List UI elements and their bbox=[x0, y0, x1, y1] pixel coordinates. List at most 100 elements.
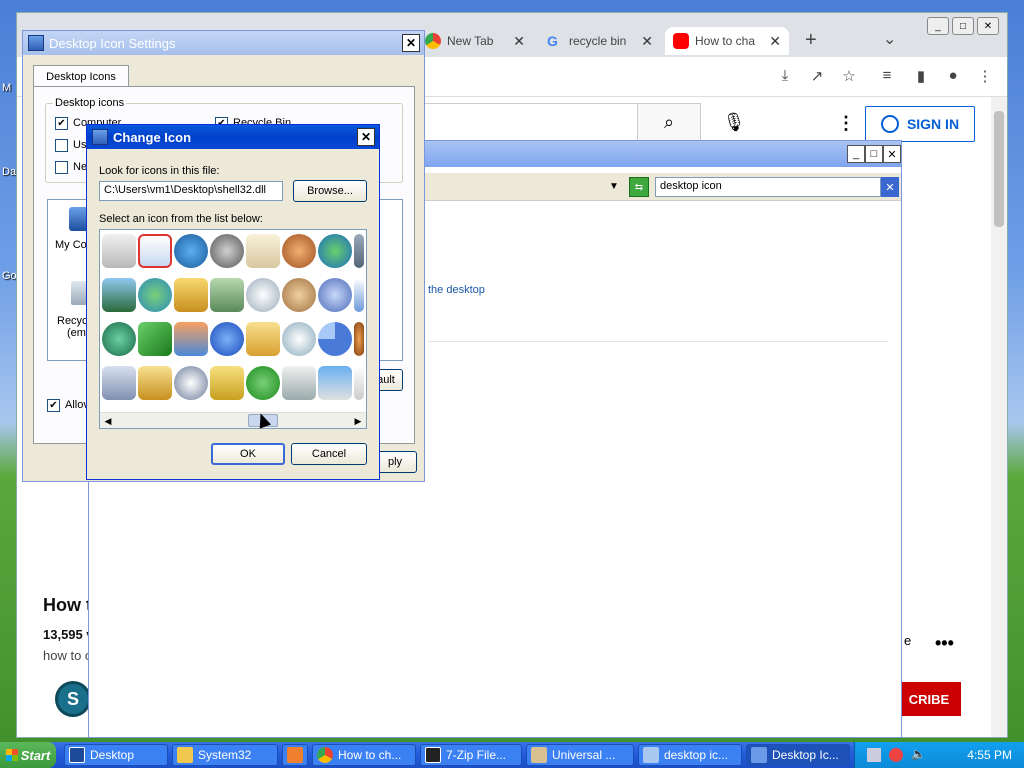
printer-icon[interactable] bbox=[282, 366, 316, 400]
disc-icon[interactable] bbox=[174, 366, 208, 400]
new-tab-button[interactable]: + bbox=[805, 29, 817, 52]
scroll-right-icon[interactable]: ▶ bbox=[351, 414, 365, 428]
start-button[interactable]: Start bbox=[0, 742, 56, 768]
change-icon-dialog: Change Icon ✕ Look for icons in this fil… bbox=[86, 124, 380, 480]
task-media-player[interactable] bbox=[282, 744, 308, 766]
minimize-icon[interactable]: _ bbox=[927, 17, 949, 35]
scroll-thumb[interactable] bbox=[994, 111, 1004, 227]
sidepanel-icon[interactable]: ▮ bbox=[911, 67, 931, 87]
tab-youtube[interactable]: How to cha ✕ bbox=[665, 27, 789, 55]
media-icon[interactable]: ≡ bbox=[877, 67, 897, 87]
subscribe-button[interactable]: CRIBE bbox=[897, 682, 961, 716]
allow-themes-checkbox[interactable]: ✔ bbox=[47, 399, 60, 412]
task-chrome[interactable]: How to ch... bbox=[312, 744, 416, 766]
clock[interactable]: 4:55 PM bbox=[967, 748, 1012, 762]
microphone-icon[interactable]: 🎙 bbox=[717, 105, 751, 139]
users-icon[interactable] bbox=[282, 234, 316, 268]
security-icon[interactable] bbox=[889, 748, 903, 762]
network-globe-icon[interactable] bbox=[318, 234, 352, 268]
explorer-search-input[interactable]: desktop icon bbox=[655, 177, 881, 197]
recycle-icon[interactable] bbox=[138, 278, 172, 312]
presentation-icon[interactable] bbox=[102, 234, 136, 268]
ok-button[interactable]: OK bbox=[211, 443, 285, 465]
window-icon[interactable] bbox=[354, 278, 364, 312]
close-icon[interactable]: ✕ bbox=[357, 128, 375, 146]
youtube-search-input[interactable] bbox=[417, 103, 637, 141]
close-icon[interactable]: ✕ bbox=[402, 34, 420, 52]
network-icon[interactable] bbox=[867, 748, 881, 762]
volume-icon[interactable]: 🔈 bbox=[911, 747, 926, 761]
disk-icon[interactable] bbox=[210, 234, 244, 268]
green-arrow-icon[interactable] bbox=[138, 322, 172, 356]
cancel-button[interactable]: Cancel bbox=[291, 443, 367, 465]
more-icon[interactable]: ⋮ bbox=[837, 113, 855, 134]
profile-icon[interactable]: ● bbox=[943, 67, 963, 87]
computer-checkbox[interactable]: ✔ bbox=[55, 117, 68, 130]
menu-icon[interactable]: ⋮ bbox=[975, 67, 995, 87]
folder-arrow-icon[interactable] bbox=[138, 366, 172, 400]
share-icon[interactable]: ↗ bbox=[807, 67, 827, 87]
printer-folder-icon[interactable] bbox=[102, 366, 136, 400]
paint-icon[interactable] bbox=[282, 278, 316, 312]
tab-search-button[interactable]: ⌄ bbox=[883, 29, 896, 49]
mail-icon[interactable] bbox=[246, 234, 280, 268]
page-scrollbar[interactable] bbox=[991, 97, 1007, 737]
clock-icon[interactable] bbox=[246, 278, 280, 312]
task-universal[interactable]: Universal ... bbox=[526, 744, 634, 766]
folder-network-icon[interactable] bbox=[174, 278, 208, 312]
icon-grid[interactable]: ◀ ▶ bbox=[99, 229, 367, 429]
music-icon[interactable] bbox=[354, 234, 364, 268]
pie-chart-icon[interactable] bbox=[318, 322, 352, 356]
close-icon[interactable]: ✕ bbox=[769, 33, 781, 50]
chevron-down-icon[interactable]: ▼ bbox=[609, 181, 619, 192]
install-icon[interactable]: ⤓ bbox=[775, 67, 795, 87]
accessibility-icon[interactable] bbox=[246, 366, 280, 400]
tab-desktop-icons[interactable]: Desktop Icons bbox=[33, 65, 129, 87]
windows-logo-icon bbox=[5, 749, 18, 761]
user-icon[interactable] bbox=[354, 322, 364, 356]
close-icon[interactable]: ✕ bbox=[883, 145, 901, 163]
shared-folder-icon[interactable] bbox=[210, 278, 244, 312]
clear-search-icon[interactable]: ✕ bbox=[881, 177, 899, 197]
network-checkbox[interactable] bbox=[55, 161, 68, 174]
browse-button[interactable]: Browse... bbox=[293, 180, 367, 202]
user-files-checkbox[interactable] bbox=[55, 139, 68, 152]
task-system32[interactable]: System32 bbox=[172, 744, 278, 766]
close-icon[interactable]: ✕ bbox=[513, 33, 525, 50]
tab-new-tab[interactable]: New Tab ✕ bbox=[417, 27, 533, 55]
gear-icon[interactable] bbox=[318, 278, 352, 312]
star-icon[interactable]: ☆ bbox=[839, 67, 859, 87]
network-drive-icon[interactable] bbox=[102, 322, 136, 356]
minimize-icon[interactable]: _ bbox=[847, 145, 865, 163]
horizontal-scrollbar[interactable]: ◀ ▶ bbox=[100, 412, 366, 428]
cd-drive-icon[interactable] bbox=[282, 322, 316, 356]
channel-avatar[interactable]: S bbox=[55, 681, 91, 717]
task-desktop[interactable]: Desktop bbox=[64, 744, 168, 766]
close-icon[interactable]: ✕ bbox=[641, 33, 653, 50]
home-icon[interactable] bbox=[174, 322, 208, 356]
task-7zip[interactable]: 7-Zip File... bbox=[420, 744, 522, 766]
settings-tool-icon[interactable] bbox=[102, 278, 136, 312]
task-desktop-icon-settings[interactable]: Desktop Ic... bbox=[746, 744, 850, 766]
result-link[interactable]: the desktop bbox=[428, 284, 485, 296]
open-folder-icon[interactable] bbox=[246, 322, 280, 356]
tab-recycle-bin[interactable]: G recycle bin ✕ bbox=[539, 27, 661, 55]
look-for-label: Look for icons in this file: bbox=[99, 165, 220, 177]
checklist-icon[interactable] bbox=[138, 234, 172, 268]
icon-file-path-input[interactable]: C:\Users\vm1\Desktop\shell32.dll bbox=[99, 181, 283, 201]
tab-label: New Tab bbox=[447, 34, 494, 48]
more-actions-icon[interactable]: ••• bbox=[935, 633, 954, 654]
sign-in-button[interactable]: SIGN IN bbox=[865, 106, 975, 142]
folder-icon[interactable] bbox=[210, 366, 244, 400]
close-icon[interactable]: ✕ bbox=[977, 17, 999, 35]
maximize-icon[interactable]: □ bbox=[952, 17, 974, 35]
maximize-icon[interactable]: □ bbox=[865, 145, 883, 163]
document-icon[interactable] bbox=[354, 366, 364, 400]
search-icon[interactable]: ⌕ bbox=[637, 103, 701, 141]
globe-icon[interactable] bbox=[174, 234, 208, 268]
go-icon[interactable]: ⇆ bbox=[629, 177, 649, 197]
help-icon[interactable] bbox=[210, 322, 244, 356]
task-desktop-icon-search[interactable]: desktop ic... bbox=[638, 744, 742, 766]
calendar-globe-icon[interactable] bbox=[318, 366, 352, 400]
scroll-left-icon[interactable]: ◀ bbox=[101, 414, 115, 428]
